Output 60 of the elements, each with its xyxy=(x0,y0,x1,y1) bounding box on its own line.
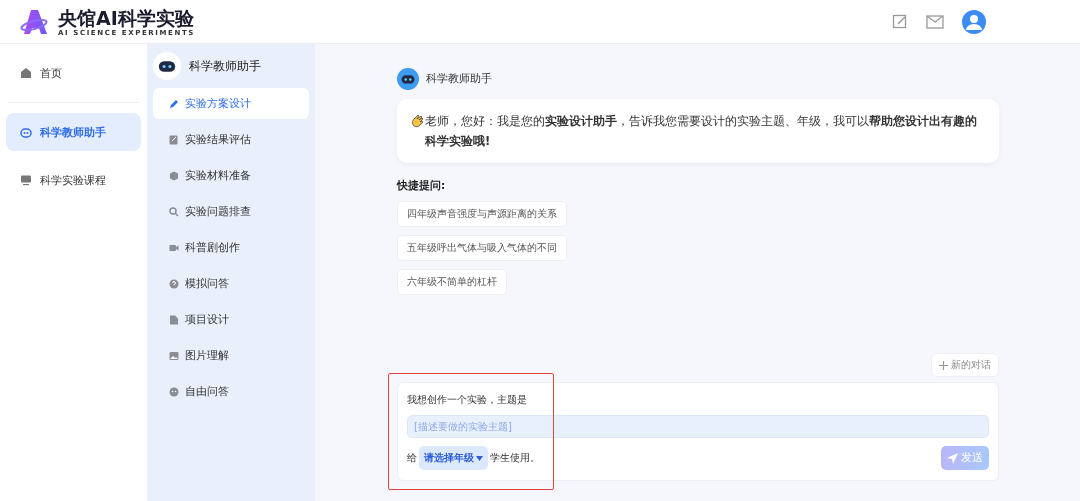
monitor-icon xyxy=(20,174,32,186)
assistant-menu-item[interactable]: 项目设计 xyxy=(153,304,309,335)
prompt-text: 给 xyxy=(407,451,417,465)
nav-label: 科学实验课程 xyxy=(40,172,106,188)
waving-hand-icon xyxy=(411,114,425,128)
assistant-menu-item[interactable]: 实验材料准备 xyxy=(153,160,309,191)
new-chat-button[interactable]: 新的对话 xyxy=(931,353,999,377)
assistant-menu-item[interactable]: 科普剧创作 xyxy=(153,232,309,263)
grade-select[interactable]: 请选择年级 xyxy=(419,446,488,470)
nav-item[interactable]: 科学实验课程 xyxy=(6,161,141,199)
nav-item[interactable]: 首页 xyxy=(6,54,141,92)
plus-icon xyxy=(939,360,948,370)
menu-label: 图片理解 xyxy=(185,348,229,363)
logo-icon xyxy=(20,7,50,36)
send-icon xyxy=(947,452,958,464)
document-icon xyxy=(169,314,179,325)
edit-icon xyxy=(169,134,179,145)
prompt-text: 学生使用。 xyxy=(490,451,540,465)
cube-icon xyxy=(169,170,179,181)
robot-icon xyxy=(20,126,32,138)
assistant-menu-item[interactable]: 图片理解 xyxy=(153,340,309,371)
quick-question[interactable]: 四年级声音强度与声源距离的关系 xyxy=(397,201,567,227)
search-icon xyxy=(169,206,179,217)
prompt-text: 我想创作一个实验，主题是 xyxy=(407,393,528,407)
topic-field[interactable]: [描述要做的实验主题] xyxy=(407,415,989,438)
chat-icon xyxy=(169,386,179,397)
edit-icon[interactable] xyxy=(892,13,908,30)
assistant-title: 科学教师助手 xyxy=(189,57,261,75)
quick-question[interactable]: 五年级呼出气体与吸入气体的不同 xyxy=(397,235,567,261)
menu-label: 项目设计 xyxy=(185,312,229,327)
assistant-menu-item[interactable]: 实验结果评估 xyxy=(153,124,309,155)
nav-label: 首页 xyxy=(40,65,62,81)
menu-label: 自由问答 xyxy=(185,384,229,399)
robot-avatar-icon xyxy=(153,52,181,80)
menu-label: 模拟问答 xyxy=(185,276,229,291)
menu-label: 实验结果评估 xyxy=(185,132,251,147)
robot-avatar-icon xyxy=(397,68,419,90)
nav-label: 科学教师助手 xyxy=(40,124,106,140)
assistant-menu-item[interactable]: 实验方案设计 xyxy=(153,88,309,119)
bot-name: 科学教师助手 xyxy=(426,72,492,86)
pencil-icon xyxy=(169,98,179,109)
menu-label: 实验问题排查 xyxy=(185,204,251,219)
menu-label: 科普剧创作 xyxy=(185,240,240,255)
avatar-icon[interactable] xyxy=(962,9,986,34)
greeting-text: 老师，您好：我是您的实验设计助手，告诉我您需要设计的实验主题、年级，我可以帮助您设计出有趣的科学实验哦! xyxy=(425,113,978,150)
logo-title: 央馆AI科学实验 xyxy=(58,6,195,29)
nav-item[interactable]: 科学教师助手 xyxy=(6,113,141,151)
image-icon xyxy=(169,350,179,361)
menu-label: 实验材料准备 xyxy=(185,168,251,183)
home-icon xyxy=(20,67,32,79)
assistant-menu-item[interactable]: 模拟问答 xyxy=(153,268,309,299)
menu-label: 实验方案设计 xyxy=(185,96,251,111)
quick-question[interactable]: 六年级不简单的杠杆 xyxy=(397,269,507,295)
mail-icon[interactable] xyxy=(926,14,944,29)
caret-icon xyxy=(476,455,483,461)
question-icon xyxy=(169,278,179,289)
assistant-menu-item[interactable]: 实验问题排查 xyxy=(153,196,309,227)
assistant-menu-item[interactable]: 自由问答 xyxy=(153,376,309,407)
video-icon xyxy=(169,242,179,253)
quick-title: 快捷提问: xyxy=(397,179,447,193)
